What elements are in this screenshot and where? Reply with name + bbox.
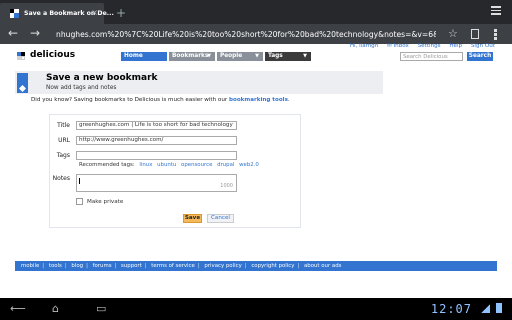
title-label: Title xyxy=(57,122,70,129)
did-you-know-end: . xyxy=(287,97,290,103)
nav-tab-bookmarks-label: Bookmarks xyxy=(172,53,209,59)
tab-close-icon[interactable]: × xyxy=(91,8,98,17)
nav-tab-home-label: Home xyxy=(124,53,143,59)
cancel-button[interactable]: Cancel xyxy=(207,214,234,223)
inbox-link[interactable]: ✉ Inbox xyxy=(387,43,409,49)
bookmark-form xyxy=(49,114,301,228)
footer-link-forums[interactable]: forums xyxy=(93,263,112,269)
tab-title: Save a Bookmark on De... xyxy=(24,10,114,17)
text-cursor xyxy=(79,178,80,184)
footer-link-support[interactable]: support xyxy=(121,263,142,269)
system-home-icon[interactable]: ⌂ xyxy=(52,302,59,315)
recommended-tags: Recommended tags: linux ubuntu opensourc… xyxy=(79,162,259,168)
chevron-down-icon: ▼ xyxy=(207,53,211,59)
bookmarking-tools-link[interactable]: bookmarking tools xyxy=(229,97,288,103)
footer-link-blog[interactable]: blog xyxy=(71,263,83,269)
user-greeting[interactable]: Hi, llamgh xyxy=(350,43,378,49)
new-tab-button[interactable]: + xyxy=(116,6,126,20)
system-bar: ⟵ ⌂ ▭ 12:07 xyxy=(0,298,512,320)
chevron-down-icon: ▼ xyxy=(303,53,307,59)
tag-drupal[interactable]: drupal xyxy=(217,162,234,168)
delicious-logo-icon xyxy=(17,52,25,60)
nav-tab-people[interactable]: People ▼ xyxy=(217,52,263,61)
recommended-tags-label: Recommended tags: xyxy=(79,162,135,168)
notes-char-counter: 1000 xyxy=(220,183,233,189)
overflow-menu-icon[interactable] xyxy=(494,29,497,41)
tag-linux[interactable]: linux xyxy=(139,162,152,168)
tags-input[interactable] xyxy=(76,151,237,160)
back-arrow-icon[interactable]: ← xyxy=(8,26,18,40)
nav-tab-home[interactable]: Home xyxy=(121,52,167,61)
did-you-know: Did you know? Saving bookmarks to Delici… xyxy=(31,97,290,103)
nav-tab-bookmarks[interactable]: Bookmarks ▼ xyxy=(169,52,215,61)
tag-opensource[interactable]: opensource xyxy=(181,162,212,168)
footer-link-tools[interactable]: tools xyxy=(49,263,62,269)
notes-label: Notes xyxy=(52,175,70,182)
search-input[interactable]: Search Delicious xyxy=(400,52,463,61)
make-private-option[interactable]: Make private xyxy=(76,198,123,205)
system-clock: 12:07 xyxy=(430,302,472,316)
url-field[interactable]: nhughes.com%20%7C%20Life%20is%20too%20sh… xyxy=(56,30,436,39)
nav-tab-tags-label: Tags xyxy=(268,53,283,59)
bookmark-icon xyxy=(17,73,28,93)
nav-tab-tags[interactable]: Tags ▼ xyxy=(265,52,311,61)
system-back-icon[interactable]: ⟵ xyxy=(10,302,26,315)
logo-text: delicious xyxy=(30,50,76,60)
delicious-favicon xyxy=(10,9,19,18)
star-icon[interactable]: ☆ xyxy=(448,27,458,40)
nav-tab-people-label: People xyxy=(220,53,243,59)
footer-link-mobile[interactable]: mobile xyxy=(21,263,39,269)
title-input[interactable]: greenhughes.com | Life is too short for … xyxy=(76,121,237,130)
footer-link-ads[interactable]: about our ads xyxy=(304,263,341,269)
battery-icon xyxy=(496,303,502,313)
did-you-know-text: Did you know? Saving bookmarks to Delici… xyxy=(31,97,228,103)
help-link[interactable]: Help xyxy=(449,43,462,49)
make-private-label: Make private xyxy=(87,199,124,205)
footer-link-privacy[interactable]: privacy policy xyxy=(204,263,241,269)
footer-link-terms[interactable]: terms of service xyxy=(151,263,195,269)
page-title: Save a new bookmark xyxy=(46,73,158,83)
address-bar: ← → nhughes.com%20%7C%20Life%20is%20too%… xyxy=(0,24,512,44)
tag-ubuntu[interactable]: ubuntu xyxy=(157,162,176,168)
url-input[interactable]: http://www.greenhughes.com/ xyxy=(76,136,237,145)
bookmarks-icon[interactable] xyxy=(471,29,479,39)
forward-arrow-icon[interactable]: → xyxy=(30,26,40,40)
browser-menu-icon[interactable] xyxy=(491,6,501,17)
site-footer: mobile | tools | blog | forums | support | te… xyxy=(15,261,497,271)
notes-textarea[interactable]: 1000 xyxy=(76,174,237,192)
page-header: Save a new bookmark Now add tags and not… xyxy=(15,71,383,94)
account-links: Hi, llamgh ✉ Inbox Settings Help Sign Ou… xyxy=(343,43,495,49)
tags-label: Tags xyxy=(56,152,70,159)
settings-link[interactable]: Settings xyxy=(418,43,441,49)
make-private-checkbox[interactable] xyxy=(76,198,83,205)
page-subtitle: Now add tags and notes xyxy=(46,85,117,91)
signal-icon xyxy=(481,304,490,313)
browser-tab[interactable]: Save a Bookmark on De... × xyxy=(0,3,114,24)
sign-out-link[interactable]: Sign Out xyxy=(471,43,495,49)
footer-link-copyright[interactable]: copyright policy xyxy=(251,263,294,269)
browser-tab-bar: Save a Bookmark on De... × + xyxy=(0,0,512,24)
search-button[interactable]: Search xyxy=(467,52,493,61)
system-recent-apps-icon[interactable]: ▭ xyxy=(96,302,106,315)
tag-web2[interactable]: web2.0 xyxy=(239,162,259,168)
chevron-down-icon: ▼ xyxy=(255,53,259,59)
url-label: URL xyxy=(58,137,70,144)
save-button[interactable]: Save xyxy=(183,214,202,223)
